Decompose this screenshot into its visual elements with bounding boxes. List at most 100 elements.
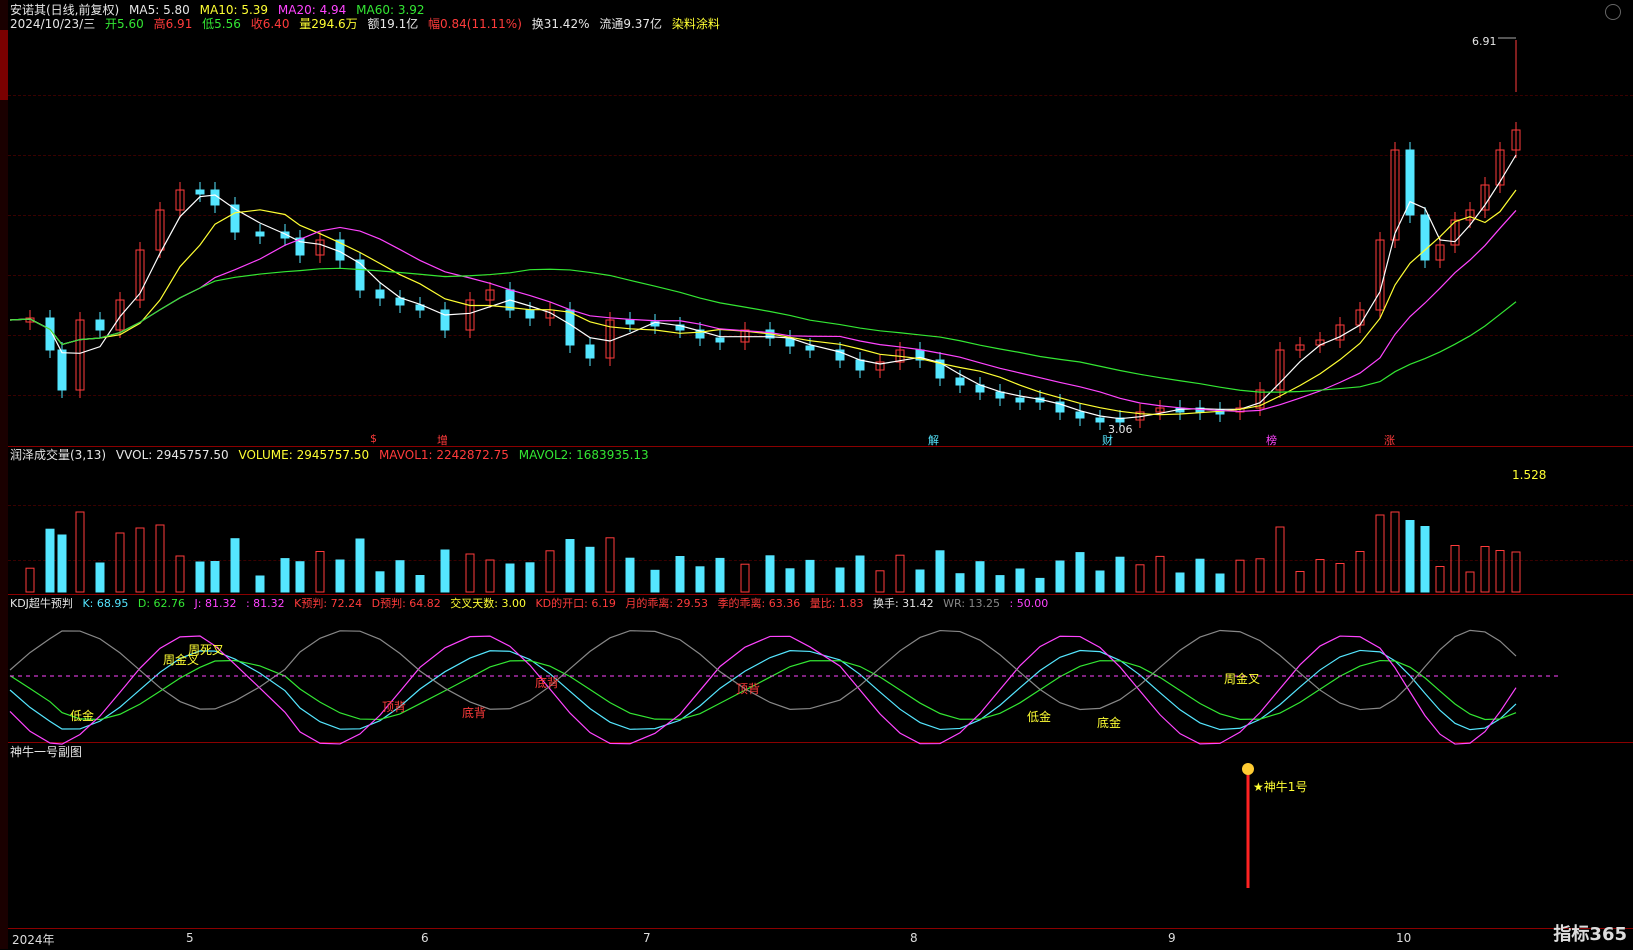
kdj-signal: 底背 [462, 706, 487, 720]
volume-bar [175, 555, 185, 593]
volume-bar [805, 559, 815, 593]
time-axis-label: 10 [1396, 931, 1412, 945]
volume-bar [45, 528, 55, 593]
volume-bar [465, 553, 475, 593]
kdj-cross-days: 交叉天数: 3.00 [450, 597, 526, 610]
kdj-vol-ratio: 量比: 1.83 [809, 597, 864, 610]
volume-bar [835, 567, 845, 593]
kdj-indicator-name[interactable]: KDJ超牛预判 [10, 597, 73, 610]
volume-bar [625, 557, 635, 593]
kdj-month-dev: 月的乖离: 29.53 [625, 597, 709, 610]
kdj-signal: 顶背 [736, 682, 761, 696]
stock-chart-window: 安诺其(日线,前复权) MA5: 5.80 MA10: 5.39 MA20: 4… [0, 0, 1633, 949]
volume-bar [295, 561, 305, 593]
volume-bar [765, 555, 775, 593]
volume-bar [95, 562, 105, 593]
volume-bar [975, 561, 985, 593]
kdj-fifty: : 50.00 [1009, 597, 1049, 610]
volume-bar [650, 569, 660, 593]
volume-bar [565, 539, 575, 593]
volume-bar [695, 566, 705, 593]
volume-bar [895, 554, 905, 593]
moneybag-icon [1242, 763, 1254, 775]
volume-bar [1450, 545, 1460, 593]
kdj-signal: 周死叉 [188, 643, 225, 657]
kdj-signal: 周金叉 [1224, 672, 1261, 686]
kdj-k-predict: K预判: 72.24 [294, 597, 363, 610]
volume-header: 润泽成交量(3,13) VVOL: 2945757.50 VOLUME: 294… [10, 448, 655, 462]
kdj-d-line [9, 659, 1517, 721]
kdj-k: K: 68.95 [82, 597, 129, 610]
volume-bar [75, 511, 85, 593]
volume-value: VOLUME: 2945757.50 [238, 448, 370, 462]
mavol2-value: MAVOL2: 1683935.13 [518, 448, 649, 462]
volume-bar [1155, 555, 1165, 593]
event-label[interactable]: 增 [437, 432, 448, 448]
volume-indicator-name[interactable]: 润泽成交量(3,13) [10, 448, 106, 462]
volume-bars [25, 511, 1521, 593]
time-axis-label: 2024年 [12, 933, 55, 947]
volume-bar [280, 558, 290, 593]
volume-bar [1055, 560, 1065, 593]
volume-bar [1435, 566, 1445, 593]
moving-average-lines [9, 154, 1517, 420]
kdj-j2: : 81.32 [245, 597, 285, 610]
time-axis-label: 5 [186, 931, 194, 945]
volume-bar [1390, 511, 1400, 593]
candlestick-series [25, 122, 1521, 430]
volume-bar [875, 570, 885, 593]
kdj-wr: WR: 13.25 [943, 597, 1001, 610]
event-label[interactable]: $ [370, 432, 377, 445]
shenniu-signal-label: ★神牛1号 [1253, 780, 1308, 794]
event-label[interactable]: 解 [928, 432, 939, 448]
volume-bar [1235, 559, 1245, 593]
volume-bar [1215, 573, 1225, 593]
volume-bar [955, 573, 965, 593]
volume-bar [935, 550, 945, 593]
shenniu-indicator-name[interactable]: 神牛一号副图 [10, 745, 82, 759]
kdj-signal: 低金 [70, 709, 95, 723]
volume-bar [1495, 550, 1505, 593]
volume-bar [915, 569, 925, 593]
volume-bar [25, 567, 35, 593]
ma5-line [9, 154, 1517, 420]
volume-bar [1015, 568, 1025, 593]
kdj-signal: 低金 [1027, 710, 1052, 724]
kdj-d-predict: D预判: 64.82 [371, 597, 441, 610]
volume-bar [1115, 556, 1125, 593]
volume-bar [785, 568, 795, 593]
volume-bar [57, 534, 67, 593]
volume-bar [315, 551, 325, 593]
volume-bar [485, 559, 495, 593]
kdj-signal: 底背 [535, 676, 560, 690]
time-axis-label: 7 [643, 931, 651, 945]
volume-bar [1275, 526, 1285, 593]
volume-bar [1075, 552, 1085, 593]
volume-bar [155, 524, 165, 593]
volume-bar [505, 563, 515, 593]
vvol-value: VVOL: 2945757.50 [115, 448, 229, 462]
volume-bar [230, 538, 240, 593]
shenniu-header: 神牛一号副图 [10, 745, 88, 759]
event-label[interactable]: 财 [1102, 432, 1113, 448]
volume-bar [675, 556, 685, 593]
volume-bar [1095, 570, 1105, 593]
time-axis-label: 9 [1168, 931, 1176, 945]
event-label[interactable]: 涨 [1384, 432, 1395, 448]
volume-bar [1175, 572, 1185, 593]
volume-bar [335, 559, 345, 593]
chart-canvas[interactable] [0, 0, 1633, 949]
volume-bar [1335, 563, 1345, 593]
volume-bar [255, 575, 265, 593]
kdj-j-line [9, 635, 1517, 745]
volume-bar [1355, 551, 1365, 593]
kdj-wr-line [9, 629, 1517, 711]
volume-bar [1405, 520, 1415, 593]
volume-bar [995, 575, 1005, 593]
event-label[interactable]: 榜 [1266, 432, 1277, 448]
volume-bar [740, 563, 750, 593]
kdj-open: KD的开口: 6.19 [535, 597, 616, 610]
volume-scale-label: 1.528 [1512, 468, 1547, 482]
volume-bar [1035, 577, 1045, 593]
kdj-season-dev: 季的乖离: 63.36 [717, 597, 801, 610]
